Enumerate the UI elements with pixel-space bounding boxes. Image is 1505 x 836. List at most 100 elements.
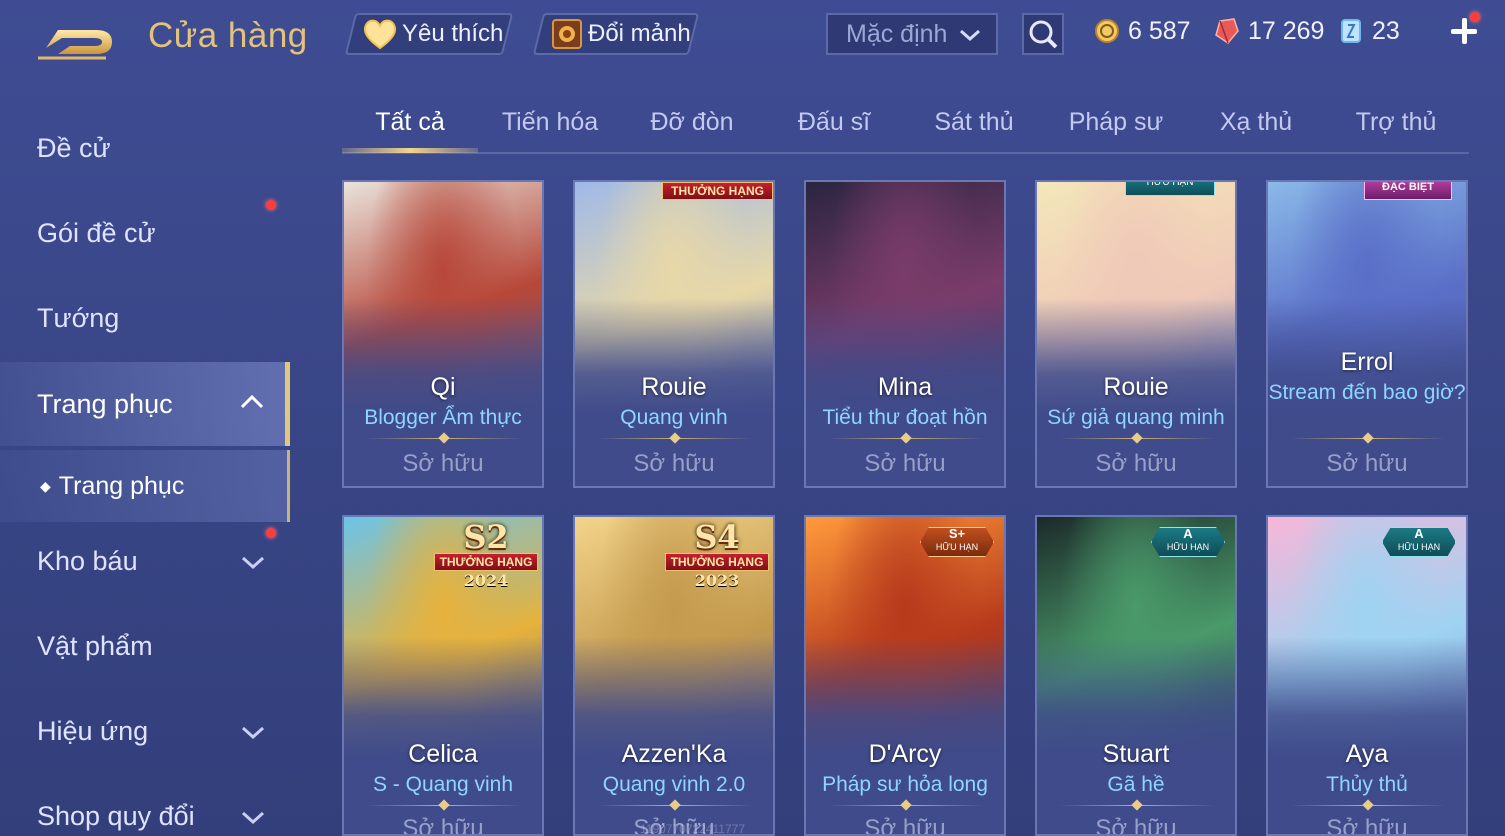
hero-name: D'Arcy [868,740,942,768]
sidebar-item-label: Vật phẩm [37,630,153,661]
gold-currency: 6 587 [1094,14,1191,48]
skin-card[interactable]: HỮU HẠN Rouie Sứ giả quang minh Sở hữu [1035,180,1237,488]
chevron-down-icon [241,556,265,570]
crystal-amount: 23 [1372,16,1400,45]
season-label: S4 [694,518,740,556]
divider [1290,438,1446,439]
limited-badge: HỮU HẠN [1125,182,1215,196]
sidebar-subitem-skins[interactable]: ◆ Trang phục [0,450,290,522]
tab-support[interactable]: Trợ thủ [1326,108,1466,152]
sidebar-item-treasure[interactable]: Kho báu [0,531,286,591]
category-tabs: Tất cả Tiến hóa Đỡ đòn Đấu sĩ Sát thủ Ph… [342,96,1469,154]
skin-name: Blogger Ẩm thực [364,406,522,429]
exchange-label: Đổi mảnh [588,20,691,47]
ownership-status: Sở hữu [1095,815,1177,836]
sidebar-item-label: Tướng [37,302,120,333]
tab-all[interactable]: Tất cả [340,108,480,152]
sidebar-item-effects[interactable]: Hiệu ứng [0,701,286,761]
ownership-status: Sở hữu [1095,450,1177,477]
tab-fighter[interactable]: Đấu sĩ [764,108,904,152]
divider [1059,438,1215,439]
fragment-chest-icon [552,19,582,49]
grade-badge: S+ HỮU HẠN [920,527,994,557]
voucher-currency: 17 269 [1214,14,1324,48]
hero-name: Stuart [1102,740,1170,768]
sidebar-item-recommended-packs[interactable]: Gói đề cử [0,203,286,263]
search-button[interactable] [1022,13,1064,55]
skin-name: Pháp sư hỏa long [822,773,988,796]
skin-card[interactable]: A HỮU HẠN Aya Thủy thủ Sở hữu [1266,515,1468,836]
hero-name: Rouie [641,373,707,401]
skin-card[interactable]: S+ HỮU HẠN D'Arcy Pháp sư hỏa long Sở hữ… [804,515,1006,836]
back-arrow-icon[interactable] [36,20,116,60]
tab-assassin[interactable]: Sát thủ [904,108,1044,152]
skin-name: Tiểu thư đoạt hồn [822,406,988,429]
grade-label: A [1183,526,1193,541]
skin-name: Stream đến bao giờ? [1268,381,1466,404]
hero-name: Qi [430,373,456,401]
sidebar-item-items[interactable]: Vật phẩm [0,616,286,676]
sidebar-item-label: Kho báu [37,545,138,576]
hero-name: Azzen'Ka [621,740,727,768]
hero-name: Mina [877,373,933,401]
divider [366,438,522,439]
chevron-down-icon [960,29,980,42]
watermark: 1190770722411777 [640,822,745,836]
hero-name: Rouie [1103,373,1169,401]
gold-coin-icon [1095,19,1119,43]
grade-limited-label: HỮU HẠN [1397,542,1441,552]
sidebar-subitem-label: Trang phục [58,471,185,500]
special-badge: ĐẶC BIỆT [1364,182,1452,200]
hero-name: Errol [1340,348,1394,376]
hero-name: Celica [408,740,478,768]
notification-dot [1470,12,1480,22]
divider [597,438,753,439]
sidebar-item-skins[interactable]: Trang phục [0,362,290,446]
skin-name: Sứ giả quang minh [1047,406,1225,429]
divider [828,805,984,806]
grade-limited-label: HỮU HẠN [935,542,979,552]
ownership-status: Sở hữu [402,450,484,477]
search-icon [1029,20,1058,49]
sidebar-item-label: Hiệu ứng [37,715,149,746]
notification-dot [266,528,276,538]
notification-dot [266,200,276,210]
ownership-status: Sở hữu [633,450,715,477]
season-badge: S2 THƯỞNG HẠNG 2024 [434,521,538,590]
skin-name: Quang vinh [620,406,728,429]
ownership-status: Sở hữu [402,815,484,836]
tab-tank[interactable]: Đỡ đòn [622,108,762,152]
blue-crystal-icon [1341,19,1361,43]
sidebar-item-heroes[interactable]: Tướng [0,288,286,348]
sort-dropdown[interactable]: Mặc định [826,13,998,55]
sort-value: Mặc định [846,19,948,48]
active-tab-underline [342,148,478,153]
tab-evolution[interactable]: Tiến hóa [480,108,620,152]
season-year: 2024 [463,571,509,590]
tab-marksman[interactable]: Xạ thủ [1186,108,1326,152]
heart-icon [363,19,397,50]
sidebar-item-recommended[interactable]: Đề cử [0,118,286,178]
skin-card[interactable]: Qi Blogger Ẩm thực Sở hữu [342,180,544,488]
skin-card[interactable]: A HỮU HẠN Stuart Gã hề Sở hữu [1035,515,1237,836]
skin-name: S - Quang vinh [372,773,514,796]
sidebar-item-label: Gói đề cử [37,217,156,248]
sidebar-item-label: Đề cử [37,132,111,163]
season-year: 2023 [694,571,740,590]
sidebar-item-exchange-shop[interactable]: Shop quy đổi [0,786,286,836]
grade-label: S+ [948,526,966,541]
hero-name: Aya [1345,740,1389,768]
season-badge: S4 THƯỞNG HẠNG 2023 [665,521,769,590]
tab-mage[interactable]: Pháp sư [1046,108,1186,152]
skin-card[interactable]: THƯỞNG HẠNG Rouie Quang vinh Sở hữu [573,180,775,488]
favorite-button[interactable]: Yêu thích [344,13,514,55]
skin-card[interactable]: S4 THƯỞNG HẠNG 2023 Azzen'Ka Quang vinh … [573,515,775,836]
favorite-label: Yêu thích [402,20,504,47]
ownership-status: Sở hữu [864,450,946,477]
skin-card[interactable]: Mina Tiểu thư đoạt hồn Sở hữu [804,180,1006,488]
exchange-fragments-button[interactable]: Đổi mảnh [532,13,700,55]
skin-card[interactable]: ĐẶC BIỆT Errol Stream đến bao giờ? Sở hữ… [1266,180,1468,488]
rank-reward-label: THƯỞNG HẠNG [434,553,538,571]
skin-name: Thủy thủ [1326,773,1408,796]
skin-card[interactable]: S2 THƯỞNG HẠNG 2024 Celica S - Quang vin… [342,515,544,836]
